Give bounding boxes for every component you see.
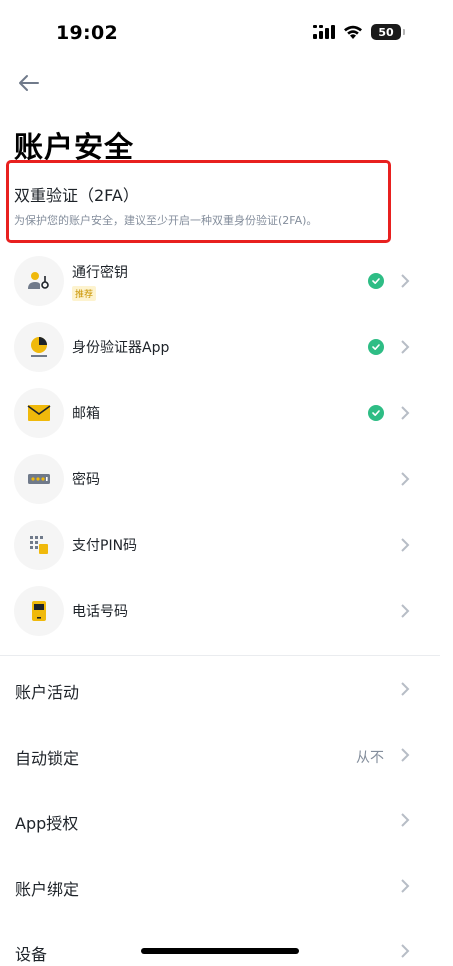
two-factor-method-list: 通行密钥 推荐 身份验证器App 邮箱 密码 支付PIN码 电话号码 (0, 248, 453, 644)
chevron-right-icon (401, 538, 410, 552)
check-icon (368, 405, 384, 421)
settings-label: 账户活动 (15, 683, 80, 702)
check-icon (368, 273, 384, 289)
method-item-payment-pin[interactable]: 支付PIN码 (0, 512, 453, 578)
method-item-password[interactable]: 密码 (0, 446, 453, 512)
authenticator-icon (14, 322, 64, 372)
method-item-passkey[interactable]: 通行密钥 推荐 (0, 248, 453, 314)
status-icons: 50 (313, 24, 405, 40)
arrow-left-icon (19, 75, 39, 91)
battery-level: 50 (378, 25, 394, 39)
settings-label: 自动锁定 (15, 748, 80, 768)
method-label: 邮箱 (72, 406, 100, 422)
method-label: 身份验证器App (72, 340, 170, 356)
settings-label: 设备 (15, 945, 48, 964)
back-button[interactable] (14, 68, 44, 98)
settings-item-auto-lock[interactable]: 自动锁定 从不 (0, 722, 453, 788)
method-item-authenticator[interactable]: 身份验证器App (0, 314, 453, 380)
phone-icon (14, 586, 64, 636)
method-item-email[interactable]: 邮箱 (0, 380, 453, 446)
chevron-right-icon (401, 682, 410, 696)
method-label: 支付PIN码 (72, 538, 138, 554)
settings-item-app-authorization[interactable]: App授权 (0, 787, 453, 853)
chevron-right-icon (401, 747, 410, 762)
chevron-right-icon (401, 813, 410, 827)
mail-icon (14, 388, 64, 438)
settings-label: App授权 (15, 814, 79, 833)
password-icon (14, 454, 64, 504)
chevron-right-icon (401, 944, 410, 958)
status-time: 19:02 (56, 22, 118, 44)
wifi-icon (344, 25, 362, 39)
home-indicator[interactable] (141, 948, 299, 954)
chevron-right-icon (401, 406, 410, 420)
settings-label: 账户绑定 (15, 879, 80, 899)
method-label: 密码 (72, 472, 100, 488)
battery-icon: 50 (371, 24, 405, 40)
method-item-phone[interactable]: 电话号码 (0, 578, 453, 644)
chevron-right-icon (401, 274, 410, 288)
method-label: 通行密钥 (72, 265, 128, 281)
method-label: 电话号码 (72, 604, 128, 620)
signal-icon (313, 25, 335, 39)
settings-list: 账户活动 自动锁定 从不 App授权 账户绑定 设备 (0, 656, 453, 966)
settings-item-account-activity[interactable]: 账户活动 (0, 656, 453, 722)
settings-item-account-binding[interactable]: 账户绑定 (0, 853, 453, 919)
auto-lock-value: 从不 (356, 749, 384, 766)
chevron-right-icon (401, 340, 410, 354)
check-icon (368, 339, 384, 355)
chevron-right-icon (401, 472, 410, 486)
highlight-annotation-box (6, 160, 391, 243)
pin-icon (14, 520, 64, 570)
status-bar: 19:02 50 (0, 0, 453, 60)
recommended-badge: 推荐 (72, 286, 97, 301)
passkey-icon (14, 256, 64, 306)
chevron-right-icon (401, 878, 410, 893)
settings-item-devices[interactable]: 设备 (0, 918, 453, 966)
chevron-right-icon (401, 604, 410, 618)
